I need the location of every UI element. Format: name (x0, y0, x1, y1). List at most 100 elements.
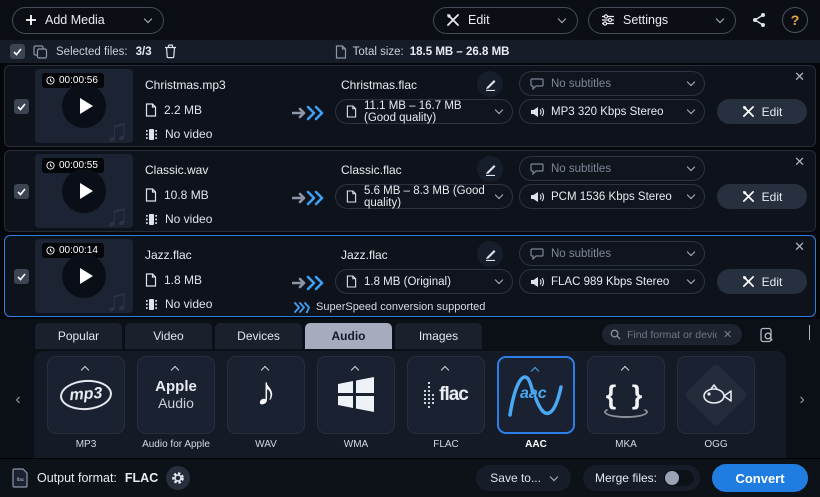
format-tile-wav[interactable]: ♪ WAV (226, 356, 306, 450)
matroska-logo-icon: { } (606, 380, 647, 411)
audio-format-value: FLAC 989 Kbps Stereo (551, 276, 681, 288)
target-filename: Jazz.flac (341, 248, 388, 262)
speech-bubble-icon (530, 163, 544, 175)
settings-menu-button[interactable]: Settings (588, 7, 736, 34)
output-size-dropdown[interactable]: 5.6 MB – 8.3 MB (Good quality) (335, 184, 513, 209)
play-button[interactable] (62, 84, 106, 128)
format-panel: ‹ › mp3 MP3 Apple Audio Audio for Apple … (0, 349, 820, 458)
format-tile-mp3[interactable]: mp3 MP3 (46, 356, 126, 450)
audio-format-dropdown[interactable]: FLAC 989 Kbps Stereo (519, 269, 705, 294)
output-size-dropdown[interactable]: 11.1 MB – 16.7 MB (Good quality) (335, 99, 513, 124)
audio-format-dropdown[interactable]: PCM 1536 Kbps Stereo (519, 184, 705, 209)
chevron-down-icon (687, 191, 695, 199)
format-tile-ogg[interactable]: OGG (676, 356, 756, 450)
format-browser-button[interactable] (754, 322, 780, 348)
file-checkbox[interactable] (14, 184, 29, 199)
format-label: OGG (704, 439, 727, 450)
scroll-right-button[interactable]: › (792, 391, 812, 409)
chevron-down-icon (495, 106, 503, 114)
format-tile-audio-for-apple[interactable]: Apple Audio Audio for Apple (136, 356, 216, 450)
tab-label: Audio (332, 329, 366, 343)
format-tile-wma[interactable]: WMA (316, 356, 396, 450)
target-filename: Classic.flac (341, 163, 402, 177)
video-info-row: No video (145, 297, 212, 311)
sliders-icon (601, 14, 615, 26)
subtitles-value: No subtitles (551, 163, 681, 175)
format-label: MKA (615, 439, 637, 450)
subtitles-value: No subtitles (551, 78, 681, 90)
subtitles-dropdown[interactable]: No subtitles (519, 156, 705, 181)
source-size-row: 10.8 MB (145, 188, 209, 202)
pencil-icon (484, 78, 497, 91)
merge-files-toggle[interactable] (664, 470, 694, 486)
file-row-classic[interactable]: 00:00:55 ♫ Classic.wav 10.8 MB No video … (4, 150, 816, 232)
file-icon (335, 45, 347, 59)
subtitles-dropdown[interactable]: No subtitles (519, 241, 705, 266)
clear-search-icon[interactable]: ✕ (723, 328, 732, 341)
tab-audio[interactable]: Audio (305, 323, 392, 349)
music-note-icon: ♫ (105, 112, 129, 149)
scroll-left-button[interactable]: ‹ (8, 391, 28, 409)
video-info-value: No video (165, 212, 212, 226)
format-tile-aac[interactable]: aac AAC (496, 356, 576, 450)
convert-button[interactable]: Convert (712, 464, 808, 492)
source-size-row: 2.2 MB (145, 103, 202, 117)
output-size-value: 1.8 MB (Original) (364, 276, 489, 288)
collapse-panel-button[interactable] (809, 325, 810, 339)
tab-video[interactable]: Video (125, 323, 212, 349)
flac-logo-icon: flac (424, 380, 468, 410)
file-checkbox[interactable] (14, 269, 29, 284)
speaker-icon (530, 276, 544, 288)
superspeed-note: SuperSpeed conversion supported (294, 301, 485, 313)
edit-file-button[interactable]: Edit (717, 99, 807, 124)
edit-file-label: Edit (762, 190, 783, 204)
output-size-dropdown[interactable]: 1.8 MB (Original) (335, 269, 513, 294)
tab-label: Video (153, 329, 183, 343)
file-row-christmas[interactable]: 00:00:56 ♫ Christmas.mp3 2.2 MB No video… (4, 65, 816, 147)
file-row-jazz[interactable]: 00:00:14 ♫ Jazz.flac 1.8 MB No video Jaz… (4, 235, 816, 317)
audio-format-value: MP3 320 Kbps Stereo (551, 106, 681, 118)
search-input[interactable] (627, 329, 717, 341)
pencil-icon (484, 248, 497, 261)
trash-icon[interactable] (164, 44, 177, 59)
speaker-icon (530, 191, 544, 203)
edit-file-button[interactable]: Edit (717, 269, 807, 294)
help-button[interactable]: ? (782, 7, 808, 33)
output-settings-button[interactable] (166, 466, 190, 490)
tab-images[interactable]: Images (395, 323, 482, 349)
remove-file-button[interactable]: ✕ (794, 240, 805, 253)
play-button[interactable] (62, 169, 106, 213)
source-size-value: 10.8 MB (164, 188, 209, 202)
clock-icon (46, 161, 55, 170)
file-checkbox[interactable] (14, 99, 29, 114)
share-button[interactable] (746, 7, 772, 33)
ogg-fish-logo-icon (683, 362, 748, 427)
rename-button[interactable] (477, 241, 503, 267)
audio-format-dropdown[interactable]: MP3 320 Kbps Stereo (519, 99, 705, 124)
conversion-arrow-icon (292, 190, 326, 206)
remove-file-button[interactable]: ✕ (794, 155, 805, 168)
chevron-down-icon (687, 276, 695, 284)
settings-menu-label: Settings (623, 13, 709, 27)
format-tile-flac[interactable]: flac FLAC (406, 356, 486, 450)
tab-label: Popular (58, 329, 99, 343)
format-label: WAV (255, 439, 277, 450)
edit-menu-button[interactable]: Edit (433, 7, 578, 34)
tab-popular[interactable]: Popular (35, 323, 122, 349)
chevron-down-icon (687, 248, 695, 256)
save-to-dropdown[interactable]: Save to... (476, 465, 571, 491)
file-icon (346, 105, 357, 118)
edit-file-button[interactable]: Edit (717, 184, 807, 209)
play-button[interactable] (62, 254, 106, 298)
mp3-logo-icon: mp3 (59, 378, 113, 412)
rename-button[interactable] (477, 71, 503, 97)
format-tile-mka[interactable]: { } MKA (586, 356, 666, 450)
file-thumbnail: 00:00:56 ♫ (35, 69, 133, 143)
rename-button[interactable] (477, 156, 503, 182)
remove-file-button[interactable]: ✕ (794, 70, 805, 83)
select-all-checkbox[interactable] (10, 44, 25, 59)
tab-devices[interactable]: Devices (215, 323, 302, 349)
add-media-button[interactable]: Add Media (12, 7, 164, 34)
speech-bubble-icon (530, 248, 544, 260)
subtitles-dropdown[interactable]: No subtitles (519, 71, 705, 96)
